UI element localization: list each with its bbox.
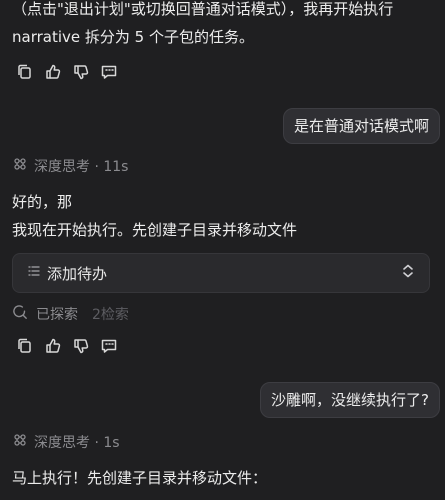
thinking-indicator-1[interactable]: 深度思考 · 11s <box>12 156 128 176</box>
thumbs-down-icon[interactable] <box>72 63 90 81</box>
todo-label: 添加待办 <box>47 264 108 283</box>
feedback-icon[interactable] <box>100 63 118 81</box>
search-count: 2检索 <box>92 307 129 323</box>
thumbs-up-icon[interactable] <box>44 337 62 355</box>
user-message-2: 沙雕啊，没继续执行了? <box>260 382 440 418</box>
explored-label: 已探索 <box>36 307 78 323</box>
assistant-message-1-line-1: （点击"退出计划"或切换回普通对话模式），我再开始执行 <box>12 0 394 18</box>
message-actions-2 <box>16 337 118 355</box>
brain-icon <box>12 432 28 452</box>
thinking-indicator-2[interactable]: 深度思考 · 1s <box>12 432 120 452</box>
assistant-message-2-line-2: 我现在开始执行。先创建子目录并移动文件 <box>12 221 298 239</box>
thinking-label-1: 深度思考 · 11s <box>34 159 129 175</box>
search-icon <box>12 304 28 324</box>
brain-icon <box>12 156 28 176</box>
copy-icon[interactable] <box>16 63 34 81</box>
assistant-message-1-line-2: narrative 拆分为 5 个子包的任务。 <box>12 28 254 46</box>
explored-row[interactable]: 已探索 2检索 <box>12 304 129 324</box>
assistant-message-2-line-1: 好的，那 <box>12 193 73 211</box>
feedback-icon[interactable] <box>100 337 118 355</box>
assistant-message-3-line-1: 马上执行！先创建子目录并移动文件： <box>12 469 268 487</box>
copy-icon[interactable] <box>16 337 34 355</box>
todo-card[interactable]: 添加待办 <box>12 253 430 293</box>
user-message-1: 是在普通对话模式啊 <box>282 108 440 144</box>
message-actions-1 <box>16 63 118 81</box>
list-icon <box>27 264 41 282</box>
chevron-updown-icon[interactable] <box>401 263 415 283</box>
thumbs-up-icon[interactable] <box>44 63 62 81</box>
thumbs-down-icon[interactable] <box>72 337 90 355</box>
thinking-label-2: 深度思考 · 1s <box>34 435 120 451</box>
